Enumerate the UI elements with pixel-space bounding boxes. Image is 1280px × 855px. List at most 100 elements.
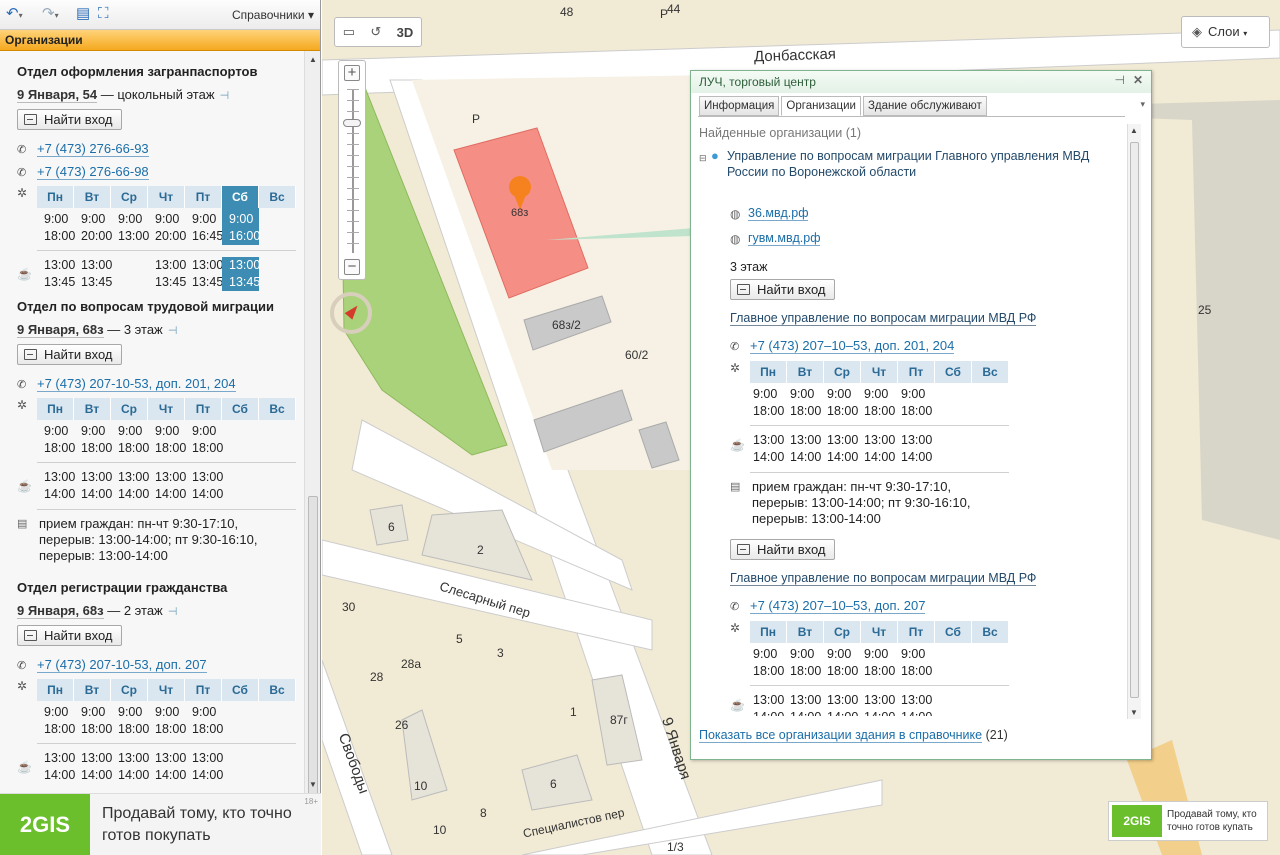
tab-information[interactable]: Информация: [699, 96, 780, 116]
phone-link[interactable]: +7 (473) 276-66-93: [37, 142, 149, 157]
ruler-icon[interactable]: ▭: [343, 24, 355, 40]
clock-icon: ✲: [17, 398, 28, 412]
left-scrollbar[interactable]: ▲ ▼: [304, 51, 320, 801]
open-time: 9:00: [155, 424, 180, 438]
phone-row[interactable]: ✆ +7 (473) 276-66-93: [17, 142, 304, 157]
address-link[interactable]: 9 Января, 68з: [17, 603, 104, 619]
find-entrance-button[interactable]: Найти вход: [17, 344, 122, 365]
phone-link[interactable]: +7 (473) 207–10–53, доп. 207: [750, 599, 926, 614]
parking-label: Р: [660, 7, 669, 21]
enter-icon: [24, 349, 37, 360]
phone-link[interactable]: +7 (473) 207-10-53, доп. 201, 204: [37, 377, 236, 392]
building-label: 44: [667, 2, 681, 16]
zoom-in-button[interactable]: +: [344, 65, 360, 81]
show-all-orgs-link[interactable]: Показать все организации здания в справо…: [699, 728, 983, 743]
phone-row[interactable]: ✆ +7 (473) 207-10-53, доп. 201, 204: [17, 377, 304, 392]
break-hours-cell: 13:00 14:00: [861, 432, 898, 466]
layers-button[interactable]: ◈ Слои ▾: [1181, 16, 1270, 48]
open-time: 9:00: [864, 647, 889, 661]
phone-row[interactable]: ✆ +7 (473) 207–10–53, доп. 207: [730, 599, 1125, 614]
org-title[interactable]: ⊟ ● Управление по вопросам миграции Глав…: [699, 148, 1125, 180]
directories-menu[interactable]: Справочники ▾: [232, 8, 314, 22]
pin-icon[interactable]: ⊣: [1115, 73, 1125, 87]
close-time: 16:45: [192, 229, 224, 243]
break-hours-cell: 13:00 14:00: [750, 692, 787, 716]
phone-link[interactable]: +7 (473) 207–10–53, доп. 201, 204: [750, 339, 955, 354]
open-time: 9:00: [44, 424, 69, 438]
find-entrance-button[interactable]: Найти вход: [730, 539, 835, 560]
day-header: Пт: [185, 679, 222, 701]
break-start: 13:00: [81, 751, 113, 765]
break-end: 14:00: [155, 768, 187, 782]
website-row[interactable]: ◍ гувм.мвд.рф: [730, 232, 1125, 246]
work-hours-cell: 9:00 18:00: [74, 420, 112, 457]
close-icon[interactable]: ✕: [1133, 73, 1143, 87]
ad-banner[interactable]: 2GIS Продавай тому, кто точно готов поку…: [0, 793, 321, 855]
org-name[interactable]: Управление по вопросам миграции Главного…: [727, 148, 1089, 180]
phone-row[interactable]: ✆ +7 (473) 207–10–53, доп. 201, 204: [730, 339, 1125, 354]
break-end: 14:00: [44, 487, 76, 501]
scroll-thumb[interactable]: [1130, 142, 1139, 698]
scroll-thumb[interactable]: [308, 496, 318, 801]
tabs-menu-icon[interactable]: ▾: [1140, 99, 1145, 110]
phone-row[interactable]: ✆ +7 (473) 276-66-98: [17, 165, 304, 180]
close-time: 18:00: [192, 722, 224, 736]
redo-icon[interactable]: ↷▾: [42, 5, 59, 23]
undo-icon[interactable]: ↶▾: [6, 5, 23, 23]
address-link[interactable]: 9 Января, 68з: [17, 322, 104, 338]
zoom-out-button[interactable]: −: [344, 259, 360, 275]
phone-row[interactable]: ✆ +7 (473) 207-10-53, доп. 207: [17, 658, 304, 673]
open-time: 9:00: [229, 212, 254, 226]
scroll-down-icon[interactable]: ▼: [309, 780, 317, 789]
scroll-down-icon[interactable]: ▼: [1130, 708, 1138, 717]
compass[interactable]: [330, 292, 372, 334]
print-icon[interactable]: ▤: [76, 5, 90, 23]
close-time: 18:00: [81, 722, 113, 736]
sub-org-title[interactable]: Главное управление по вопросам миграции …: [730, 572, 1037, 586]
fit-icon[interactable]: ⛶: [98, 5, 109, 23]
phone-link[interactable]: +7 (473) 276-66-98: [37, 165, 149, 180]
collapse-icon[interactable]: ⊟: [699, 150, 711, 180]
break-end: 14:00: [827, 709, 861, 716]
address-link[interactable]: 9 Января, 54: [17, 87, 98, 103]
scroll-up-icon[interactable]: ▲: [309, 55, 317, 64]
phone-link[interactable]: +7 (473) 207-10-53, доп. 207: [37, 658, 207, 673]
break-hours-cell: 13:00 14:00: [111, 750, 150, 784]
layers-label: Слои: [1208, 24, 1240, 39]
popup-scrollbar[interactable]: ▲ ▼: [1127, 124, 1141, 719]
open-time: 9:00: [192, 212, 217, 226]
break-end: 14:00: [118, 768, 150, 782]
tab-building-services[interactable]: Здание обслуживают: [862, 96, 987, 116]
tab-organizations[interactable]: Организации: [781, 96, 861, 116]
website-row[interactable]: ◍ 36.мвд.рф: [730, 207, 1125, 221]
close-time: 16:00: [229, 229, 261, 243]
reception-line: прием граждан: пн-чт 9:30-17:10,: [752, 479, 952, 494]
close-time: 18:00: [901, 404, 933, 418]
zoom-slider-thumb[interactable]: [343, 119, 361, 127]
pin-icon[interactable]: ⊣: [217, 90, 230, 102]
reception-line: перерыв: 13:00-14:00: [39, 548, 168, 563]
find-entrance-button[interactable]: Найти вход: [17, 625, 122, 646]
website-link[interactable]: 36.мвд.рф: [748, 207, 809, 221]
break-start: 13:00: [44, 470, 76, 484]
open-time: 9:00: [901, 647, 926, 661]
website-link[interactable]: гувм.мвд.рф: [748, 232, 821, 246]
day-header: Сб: [935, 621, 972, 643]
coffee-icon: ☕: [17, 760, 32, 774]
scroll-up-icon[interactable]: ▲: [1130, 126, 1138, 135]
break-hours-cell: 13:00 13:45: [222, 257, 260, 291]
break-start: 13:00: [44, 258, 76, 272]
building-label: 1/3: [667, 840, 684, 854]
map-ad-banner[interactable]: 2GIS Продавай тому, кто точно готов купа…: [1108, 801, 1268, 841]
floor-text: — 2 этаж: [107, 603, 163, 618]
open-time: 9:00: [753, 647, 778, 661]
find-entrance-button[interactable]: Найти вход: [730, 279, 835, 300]
3d-button[interactable]: 3D: [397, 25, 414, 40]
phone-icon: ✆: [17, 379, 27, 391]
sub-org-title[interactable]: Главное управление по вопросам миграции …: [730, 312, 1037, 326]
find-entrance-button[interactable]: Найти вход: [17, 109, 122, 130]
day-header: Вт: [787, 361, 824, 383]
tilt-icon[interactable]: ↺: [370, 24, 381, 40]
pin-icon[interactable]: ⊣: [165, 325, 178, 337]
pin-icon[interactable]: ⊣: [165, 606, 178, 618]
